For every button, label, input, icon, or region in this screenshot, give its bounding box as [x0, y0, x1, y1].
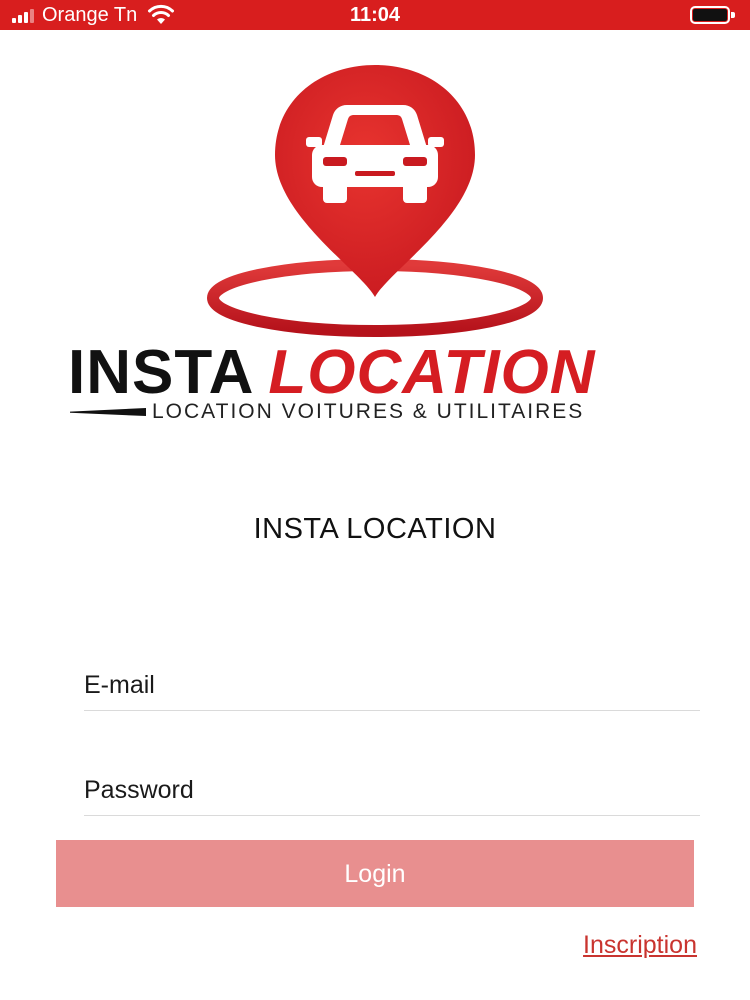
brand-tagline: LOCATION VOITURES & UTILITAIRES: [152, 400, 585, 423]
password-field[interactable]: [84, 765, 700, 815]
email-field[interactable]: [84, 660, 700, 710]
tagline-swoosh: [70, 408, 146, 416]
brand-wordmark-insta: INSTA: [68, 338, 255, 407]
status-time: 11:04: [349, 4, 401, 26]
login-button[interactable]: Login: [56, 840, 694, 907]
status-bar: Orange Tn 11:04: [0, 0, 750, 30]
battery-icon: [690, 6, 736, 24]
brand-wordmark-location: LOCATION: [268, 338, 596, 407]
brand-logo: INSTA LOCATION LOCATION VOITURES & UTILIT…: [0, 55, 750, 435]
login-screen: Orange Tn 11:04 INSTA LOCATION LOCATION …: [0, 0, 750, 1000]
inscription-link[interactable]: Inscription: [583, 931, 697, 960]
brand-wordmark: INSTA LOCATION: [68, 337, 688, 407]
email-field-container: [84, 660, 700, 711]
brand-tagline-row: LOCATION VOITURES & UTILITAIRES: [70, 399, 690, 425]
car-location-pin-icon: [207, 65, 543, 337]
page-title: INSTA LOCATION: [253, 513, 497, 545]
password-field-container: [84, 765, 700, 816]
